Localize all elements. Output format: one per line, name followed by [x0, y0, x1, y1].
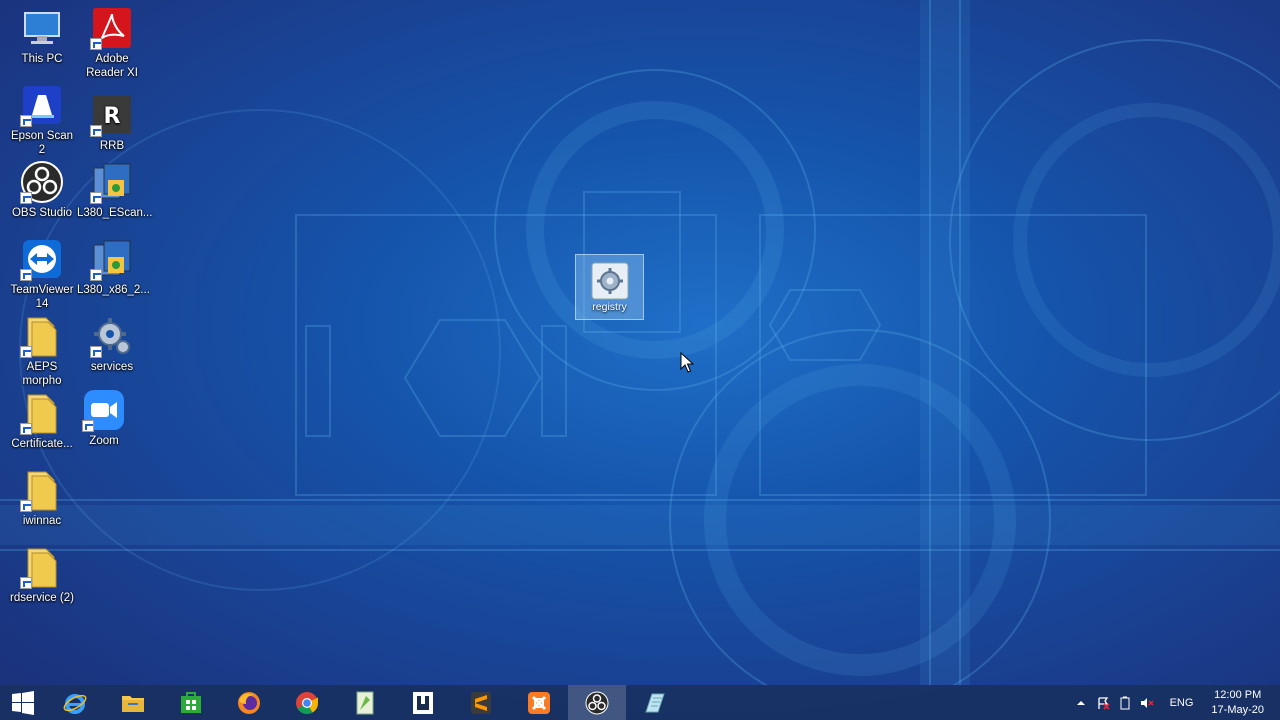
desktop-icon-l380-x86-2[interactable]: L380_x86_2... [77, 237, 150, 297]
shortcut-arrow-icon [20, 423, 32, 435]
desktop-icon-label: OBS Studio [11, 207, 73, 219]
start-button[interactable] [0, 685, 46, 720]
zoom-icon [82, 388, 126, 432]
obs-icon [584, 690, 610, 716]
desktop-icon-label: iwinnac [22, 515, 62, 527]
folder-icon [20, 314, 64, 358]
desktop-icon-label: RRB [99, 140, 125, 152]
this-pc-icon [20, 6, 64, 50]
shortcut-arrow-icon [20, 115, 32, 127]
desktop-icon-teamviewer-14[interactable]: TeamViewer 14 [7, 237, 77, 311]
registry-file-selected[interactable]: registry [575, 254, 644, 320]
tray-overflow-chevron-icon[interactable] [1070, 685, 1092, 720]
taskbar-app-xampp[interactable] [510, 685, 568, 720]
taskbar-app-firefox[interactable] [220, 685, 278, 720]
desktop-icon-obs-studio[interactable]: OBS Studio [7, 160, 77, 220]
adobe-reader-icon [90, 6, 134, 50]
taskbar-app-notepad-plus[interactable] [336, 685, 394, 720]
file-explorer-icon [120, 690, 146, 716]
desktop-icon-epson-scan-2[interactable]: Epson Scan 2 [7, 83, 77, 157]
desktop-icon-label: Epson Scan 2 [10, 130, 73, 156]
battery-plug-icon[interactable] [1114, 685, 1136, 720]
desktop-icon-label: rdservice (2) [10, 592, 74, 604]
registry-file-icon [590, 261, 630, 301]
system-tray: ENG 12:00 PM 17-May-20 [1070, 685, 1280, 720]
desktop-icon-adobe-reader-xi[interactable]: Adobe Reader XI [77, 6, 147, 80]
taskbar-app-obs[interactable] [568, 685, 626, 720]
windows-logo-icon [10, 690, 36, 716]
shortcut-arrow-icon [20, 269, 32, 281]
taskbar: ENG 12:00 PM 17-May-20 [0, 685, 1280, 720]
shortcut-arrow-icon [90, 346, 102, 358]
chrome-icon [294, 690, 320, 716]
desktop-icon-label: TeamViewer 14 [10, 284, 74, 310]
taskbar-app-chrome[interactable] [278, 685, 336, 720]
desktop-icon-this-pc[interactable]: This PC [7, 6, 77, 66]
clock-date: 17-May-20 [1211, 703, 1264, 716]
desktop-icon-label: Adobe Reader XI [86, 53, 138, 79]
shortcut-arrow-icon [90, 192, 102, 204]
store-icon [178, 690, 204, 716]
obs-studio-icon [20, 160, 64, 204]
desktop-icon-services[interactable]: services [77, 314, 147, 374]
frame-icon [410, 690, 436, 716]
installer-icon [90, 160, 134, 204]
desktop-icon-aeps-morpho[interactable]: AEPS morpho [7, 314, 77, 388]
taskbar-app-internet-explorer[interactable] [46, 685, 104, 720]
folder-icon [20, 391, 64, 435]
services-gear-icon [90, 314, 134, 358]
taskbar-app-list [0, 685, 684, 720]
folder-icon [20, 545, 64, 589]
shortcut-arrow-icon [20, 192, 32, 204]
taskbar-app-notepad[interactable] [626, 685, 684, 720]
desktop-icon-label: Zoom [89, 435, 119, 447]
shortcut-arrow-icon [90, 38, 102, 50]
rrb-icon: R [90, 93, 134, 137]
svg-text:R: R [104, 104, 121, 129]
taskbar-app-file-explorer[interactable] [104, 685, 162, 720]
shortcut-arrow-icon [82, 420, 94, 432]
desktop-icon-label: This PC [21, 53, 63, 65]
xampp-icon [526, 690, 552, 716]
shortcut-arrow-icon [20, 577, 32, 589]
internet-explorer-icon [62, 690, 88, 716]
desktop-icon-label: L380_EScan... [77, 207, 153, 219]
desktop-icon-label: AEPS morpho [22, 361, 62, 387]
taskbar-app-store[interactable] [162, 685, 220, 720]
desktop-icon-zoom[interactable]: Zoom [69, 388, 139, 448]
desktop-icon-label: Certificate... [11, 438, 73, 450]
folder-icon [20, 468, 64, 512]
shortcut-arrow-icon [20, 346, 32, 358]
notepad-icon [352, 690, 378, 716]
desktop-icon-label: services [90, 361, 134, 373]
installer-icon [90, 237, 134, 281]
language-indicator[interactable]: ENG [1158, 697, 1202, 709]
desktop-icon-rdservice-2[interactable]: rdservice (2) [7, 545, 77, 605]
clock[interactable]: 12:00 PM 17-May-20 [1201, 688, 1280, 718]
sublime-icon [468, 690, 494, 716]
teamviewer-icon [20, 237, 64, 281]
desktop-icon-certificate[interactable]: Certificate... [7, 391, 77, 451]
desktop-icon-rrb[interactable]: R RRB [77, 93, 147, 153]
firefox-icon [236, 690, 262, 716]
shortcut-arrow-icon [20, 500, 32, 512]
desktop-wallpaper [0, 0, 1280, 685]
mouse-cursor-icon [680, 352, 694, 373]
taskbar-app-app-frame[interactable] [394, 685, 452, 720]
registry-file-label: registry [592, 301, 627, 313]
clock-time: 12:00 PM [1214, 688, 1262, 701]
shortcut-arrow-icon [90, 125, 102, 137]
notepad-blue-icon [642, 690, 668, 716]
shortcut-arrow-icon [90, 269, 102, 281]
epson-scan-icon [20, 83, 64, 127]
desktop-icon-label: L380_x86_2... [77, 284, 150, 296]
action-center-flag-icon[interactable] [1092, 685, 1114, 720]
volume-muted-icon[interactable] [1136, 685, 1158, 720]
desktop-icon-iwinnac[interactable]: iwinnac [7, 468, 77, 528]
taskbar-app-sublime-text[interactable] [452, 685, 510, 720]
desktop-icon-l380-escan[interactable]: L380_EScan... [77, 160, 153, 220]
